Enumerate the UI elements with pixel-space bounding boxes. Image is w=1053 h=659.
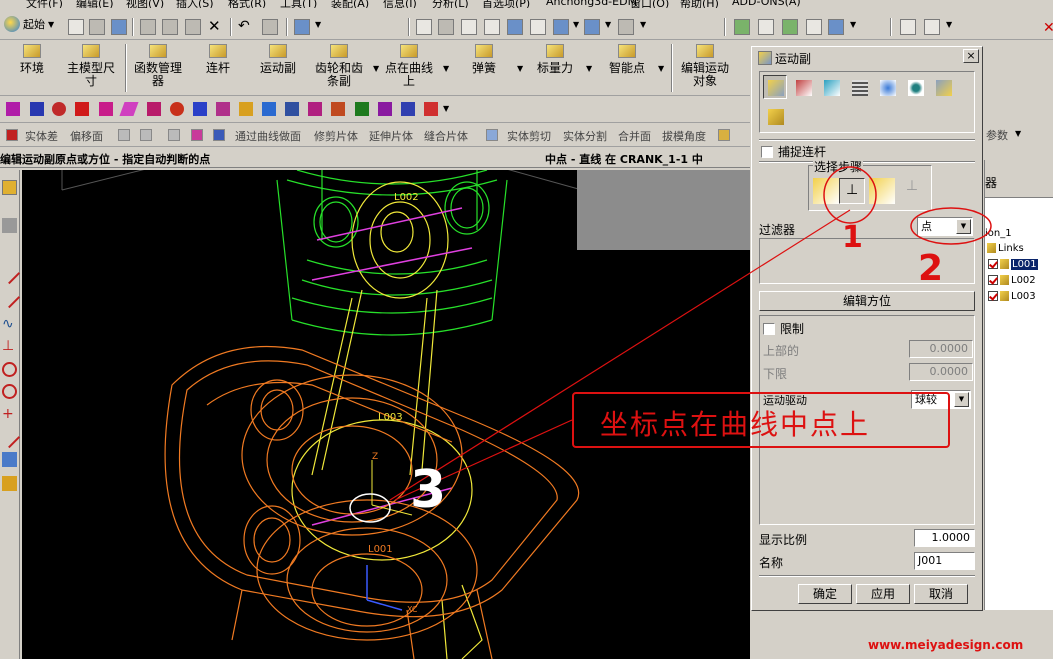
annotation-pointer-line [389, 209, 851, 501]
annotation-number-2: 2 [918, 248, 944, 289]
annotation-callout-text: 坐标点在曲线中点上 [600, 408, 871, 441]
annotation-circle-1 [823, 166, 877, 224]
watermark: www.meiyadesign.com [868, 638, 1024, 652]
annotation-circle-2 [910, 207, 992, 245]
annotation-overlay [389, 166, 992, 501]
annotation-number-3: 3 [410, 460, 447, 520]
annotation-number-1: 1 [842, 220, 863, 255]
